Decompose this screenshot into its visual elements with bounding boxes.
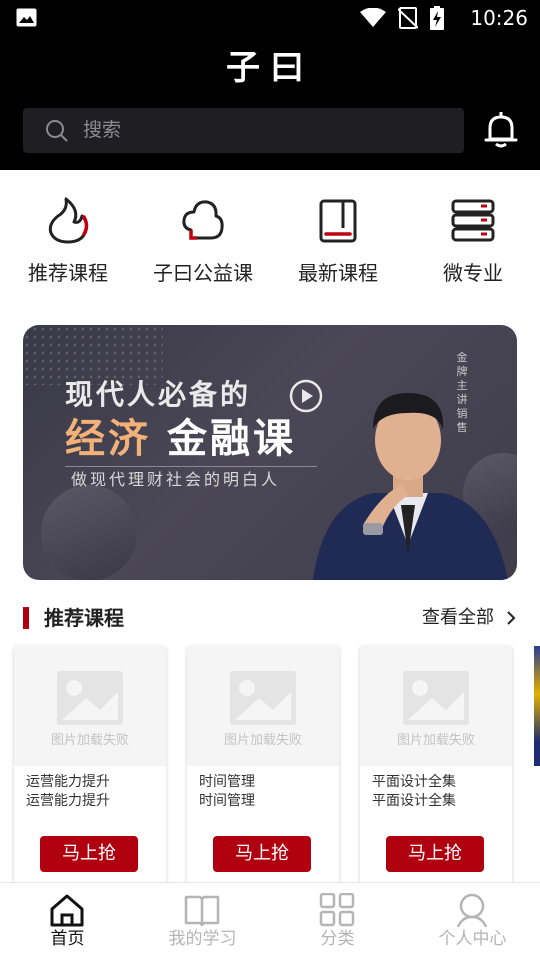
image-failed-text: 图片加载失败	[223, 733, 302, 748]
section-accent-bar	[23, 607, 29, 629]
banner-highlight-text: 经济	[65, 416, 151, 462]
course-title: 运营能力提升	[26, 774, 110, 790]
bell-icon[interactable]	[484, 112, 518, 148]
course-card[interactable]: 图片加载失败 运营能力提升 运营能力提升 马上抢	[14, 646, 166, 886]
tab-my-learning[interactable]: 我的学习	[135, 883, 270, 960]
section-title: 推荐课程	[44, 606, 124, 630]
course-title: 时间管理	[199, 774, 255, 790]
book-icon	[319, 199, 357, 243]
broken-image-icon	[230, 671, 296, 725]
buy-now-button[interactable]: 马上抢	[386, 836, 484, 872]
presenter-image	[313, 393, 508, 580]
quick-nav-micro-major[interactable]: 微专业	[405, 190, 540, 300]
course-card[interactable]: 图片加载失败 平面设计全集 平面设计全集 马上抢	[360, 646, 512, 886]
wifi-icon	[360, 8, 386, 27]
image-failed-text: 图片加载失败	[396, 733, 475, 748]
person-icon	[456, 893, 488, 927]
banner-dot-pattern	[23, 325, 163, 385]
quick-nav-latest[interactable]: 最新课程	[270, 190, 406, 300]
no-signal-icon	[398, 7, 418, 29]
tab-category[interactable]: 分类	[270, 883, 405, 960]
quick-nav-label: 子曰公益课	[153, 261, 253, 285]
search-bar[interactable]: 搜索	[23, 108, 464, 153]
app-header: 10:26 子曰 搜索	[0, 0, 540, 170]
image-icon	[16, 8, 37, 27]
quick-nav-label: 微专业	[443, 261, 503, 285]
image-failed-text: 图片加载失败	[50, 733, 129, 748]
tab-label: 我的学习	[168, 929, 237, 949]
open-book-icon	[184, 895, 220, 927]
promo-banner[interactable]: 现代人必备的 经济 金融课 做现代理财社会的明白人 金牌主讲销售	[23, 325, 517, 580]
quick-nav: 推荐课程 子曰公益课 最新课程 微专业	[0, 190, 540, 300]
quick-nav-label: 最新课程	[298, 261, 378, 285]
banner-headline: 现代人必备的	[65, 378, 252, 411]
quick-nav-label: 推荐课程	[28, 261, 108, 285]
tab-label: 分类	[320, 929, 355, 949]
banner-title-text: 金融课	[167, 416, 296, 462]
server-stack-icon	[451, 199, 495, 242]
tab-label: 首页	[50, 929, 85, 949]
search-icon	[46, 120, 68, 142]
recommended-section-header: 推荐课程 查看全部	[0, 600, 540, 636]
quick-nav-recommended[interactable]: 推荐课程	[0, 190, 136, 300]
tab-profile[interactable]: 个人中心	[405, 883, 540, 960]
next-course-card-peek[interactable]	[534, 646, 540, 766]
banner-decor-circle	[41, 485, 137, 580]
flame-icon	[48, 197, 89, 244]
chevron-right-icon[interactable]	[506, 611, 516, 625]
buy-now-button[interactable]: 马上抢	[213, 836, 311, 872]
view-all-link[interactable]: 查看全部	[422, 600, 494, 636]
banner-divider	[65, 466, 317, 467]
battery-charging-icon	[430, 6, 444, 30]
banner-subtitle: 做现代理财社会的明白人	[71, 470, 281, 489]
course-card[interactable]: 图片加载失败 时间管理 时间管理 马上抢	[187, 646, 339, 886]
status-bar: 10:26	[0, 0, 540, 38]
status-time: 10:26	[470, 6, 528, 30]
home-icon	[50, 894, 84, 927]
cloud-icon	[182, 200, 224, 240]
tab-home[interactable]: 首页	[0, 883, 135, 960]
course-image-placeholder: 图片加载失败	[187, 646, 339, 766]
status-icons	[360, 6, 444, 30]
grid-icon	[319, 893, 355, 927]
broken-image-icon	[57, 671, 123, 725]
course-subtitle: 时间管理	[199, 793, 255, 809]
buy-now-button[interactable]: 马上抢	[40, 836, 138, 872]
course-subtitle: 平面设计全集	[372, 793, 456, 809]
course-title: 平面设计全集	[372, 774, 456, 790]
tab-label: 个人中心	[438, 929, 507, 949]
course-image-placeholder: 图片加载失败	[14, 646, 166, 766]
bottom-tab-bar: 首页 我的学习 分类 个人中心	[0, 882, 540, 960]
app-title: 子曰	[226, 48, 314, 88]
broken-image-icon	[403, 671, 469, 725]
course-image-placeholder: 图片加载失败	[360, 646, 512, 766]
course-subtitle: 运营能力提升	[26, 793, 110, 809]
search-placeholder: 搜索	[83, 119, 122, 141]
quick-nav-public-course[interactable]: 子曰公益课	[135, 190, 271, 300]
course-list: 图片加载失败 运营能力提升 运营能力提升 马上抢 图片加载失败 时间管理 时间管…	[0, 646, 540, 886]
